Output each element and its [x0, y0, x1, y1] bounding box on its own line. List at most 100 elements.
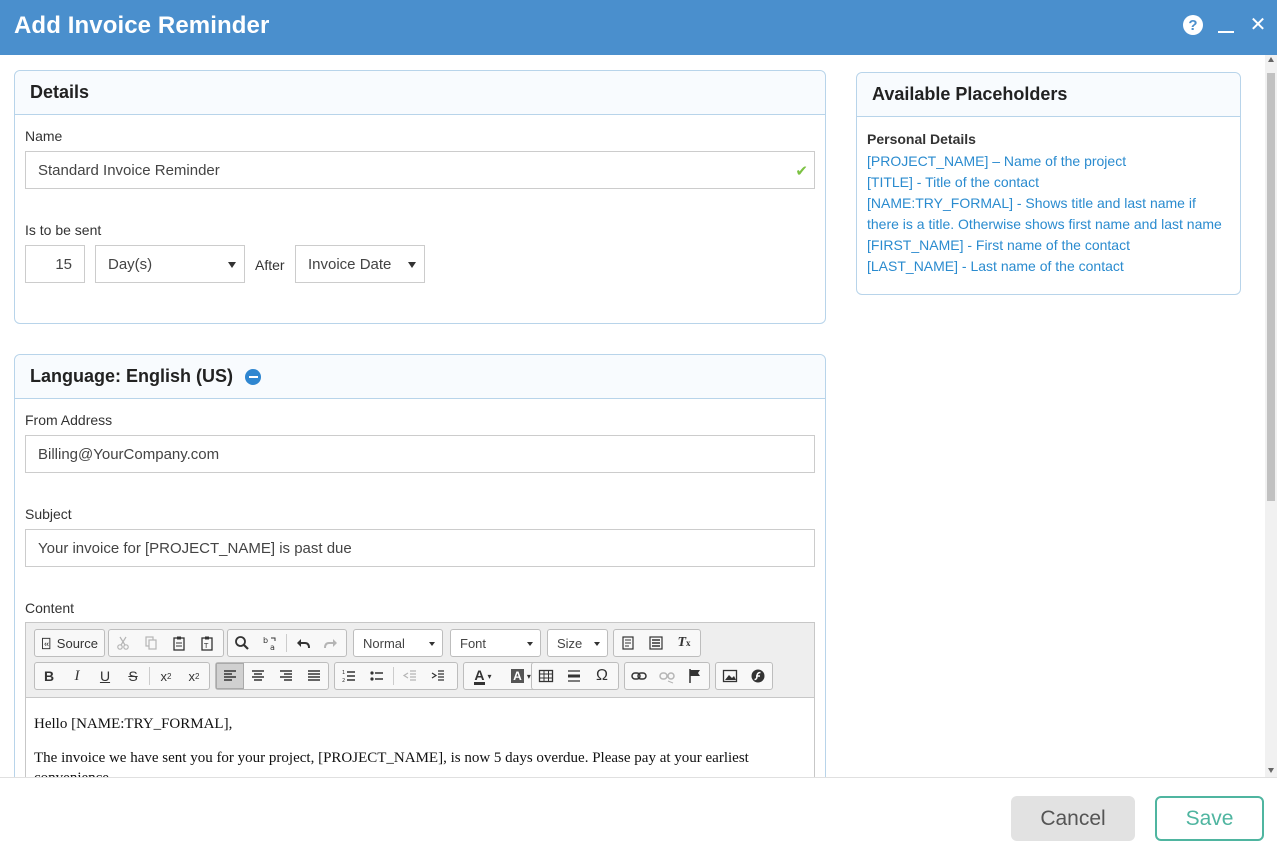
strikethrough-button[interactable]: S: [119, 663, 147, 689]
vertical-scrollbar[interactable]: [1265, 55, 1277, 777]
from-address-value: Billing@YourCompany.com: [38, 445, 220, 463]
align-left-button[interactable]: [216, 663, 244, 689]
show-blocks-button[interactable]: [614, 630, 642, 656]
show-blocks-icon: [622, 636, 634, 650]
bulleted-list-icon: [370, 671, 383, 681]
replace-button[interactable]: ba: [256, 630, 284, 656]
svg-text:2: 2: [342, 678, 345, 684]
flag-icon: [689, 669, 700, 683]
editor-toolbar: Source T b a Normal Font Size T x B I U …: [26, 623, 814, 698]
dialog-content: Details Name Standard Invoice Reminder ✔…: [0, 55, 1265, 777]
sent-amount-value: 15: [55, 255, 72, 273]
image-icon: [722, 669, 738, 683]
horizontal-line-button[interactable]: [560, 663, 588, 689]
copy-button[interactable]: [137, 630, 165, 656]
paste-button[interactable]: [165, 630, 193, 656]
bold-button[interactable]: B: [35, 663, 63, 689]
window-title: Add Invoice Reminder: [14, 12, 270, 39]
redo-icon: [324, 639, 337, 649]
from-address-input[interactable]: Billing@YourCompany.com: [25, 435, 815, 473]
font-combo[interactable]: Font: [450, 629, 541, 657]
unlink-button[interactable]: [653, 663, 681, 689]
align-right-button[interactable]: [272, 663, 300, 689]
flash-icon: [751, 669, 765, 683]
help-icon[interactable]: ?: [1183, 15, 1203, 35]
source-button[interactable]: Source: [35, 630, 104, 656]
outdent-button[interactable]: [396, 663, 424, 689]
indent-button[interactable]: [424, 663, 452, 689]
search-icon: [235, 636, 249, 650]
numbered-list-icon: 12: [342, 670, 355, 684]
templates-button[interactable]: [642, 630, 670, 656]
redo-button[interactable]: [317, 630, 345, 656]
image-button[interactable]: [716, 663, 744, 689]
superscript-button[interactable]: x2: [180, 663, 208, 689]
size-combo[interactable]: Size: [547, 629, 608, 657]
placeholders-panel: Available Placeholders Personal Details …: [856, 72, 1241, 295]
anchor-button[interactable]: [681, 663, 709, 689]
content-editor: Source T b a Normal Font Size T x B I U …: [25, 622, 815, 777]
size-combo-value: Size: [557, 635, 583, 651]
table-button[interactable]: [532, 663, 560, 689]
special-char-button[interactable]: Ω: [588, 663, 616, 689]
placeholders-list: [PROJECT_NAME] – Name of the project [TI…: [867, 151, 1227, 277]
placeholders-section-title: Personal Details: [867, 131, 976, 147]
source-icon: [41, 637, 51, 649]
justify-button[interactable]: [300, 663, 328, 689]
minimize-icon[interactable]: [1217, 15, 1235, 35]
copy-icon: [145, 636, 157, 650]
paste-icon: [173, 636, 185, 651]
scrollbar-thumb[interactable]: [1267, 73, 1275, 501]
save-button[interactable]: Save: [1155, 796, 1264, 841]
sent-label: Is to be sent: [25, 222, 102, 238]
after-select[interactable]: Invoice Date: [295, 245, 425, 283]
placeholder-item[interactable]: [PROJECT_NAME] – Name of the project: [867, 151, 1227, 172]
sent-unit-select[interactable]: Day(s): [95, 245, 245, 283]
scroll-up-icon[interactable]: [1268, 57, 1274, 62]
placeholder-item[interactable]: [FIRST_NAME] - First name of the contact: [867, 235, 1227, 256]
find-button[interactable]: [228, 630, 256, 656]
templates-icon: [649, 636, 663, 650]
language-heading: Language: English (US): [15, 355, 825, 399]
bulleted-list-button[interactable]: [363, 663, 391, 689]
toolbar-group-clipboard: T: [108, 629, 224, 657]
subject-input[interactable]: Your invoice for [PROJECT_NAME] is past …: [25, 529, 815, 567]
remove-format-button[interactable]: Tx: [670, 630, 698, 656]
placeholder-item[interactable]: [TITLE] - Title of the contact: [867, 172, 1227, 193]
horizontal-line-icon: [568, 670, 580, 682]
align-center-button[interactable]: [244, 663, 272, 689]
editor-body[interactable]: Hello [NAME:TRY_FORMAL], The invoice we …: [26, 698, 814, 777]
paste-text-icon: T: [201, 636, 213, 651]
name-input[interactable]: Standard Invoice Reminder ✔: [25, 151, 815, 189]
paste-text-button[interactable]: T: [193, 630, 221, 656]
format-combo-value: Normal: [363, 635, 405, 651]
flash-button[interactable]: [744, 663, 772, 689]
toolbar-group-basic: B I U S x2 x2: [34, 662, 210, 690]
undo-button[interactable]: [289, 630, 317, 656]
text-color-button[interactable]: A ▾: [464, 663, 502, 689]
scroll-down-icon[interactable]: [1268, 768, 1274, 773]
chevron-down-icon: [429, 642, 435, 646]
dialog-footer: Cancel Save: [0, 777, 1277, 855]
table-icon: [538, 669, 554, 683]
text-color-icon: A: [474, 666, 485, 685]
indent-icon: [431, 670, 444, 681]
italic-button[interactable]: I: [63, 663, 91, 689]
cut-button[interactable]: [109, 630, 137, 656]
link-button[interactable]: [625, 663, 653, 689]
sent-amount-input[interactable]: 15: [25, 245, 85, 283]
subscript-button[interactable]: x2: [152, 663, 180, 689]
toolbar-group-links: [624, 662, 710, 690]
format-combo[interactable]: Normal: [353, 629, 443, 657]
placeholder-item[interactable]: [NAME:TRY_FORMAL] - Shows title and last…: [867, 193, 1227, 235]
name-label: Name: [25, 128, 63, 144]
numbered-list-button[interactable]: 12: [335, 663, 363, 689]
cancel-button[interactable]: Cancel: [1011, 796, 1135, 841]
underline-button[interactable]: U: [91, 663, 119, 689]
align-left-icon: [224, 670, 236, 681]
after-value: Invoice Date: [308, 255, 392, 273]
placeholder-item[interactable]: [LAST_NAME] - Last name of the contact: [867, 256, 1227, 277]
remove-language-icon[interactable]: [245, 368, 262, 385]
source-label: Source: [56, 635, 98, 651]
close-icon[interactable]: ✕: [1249, 15, 1267, 35]
